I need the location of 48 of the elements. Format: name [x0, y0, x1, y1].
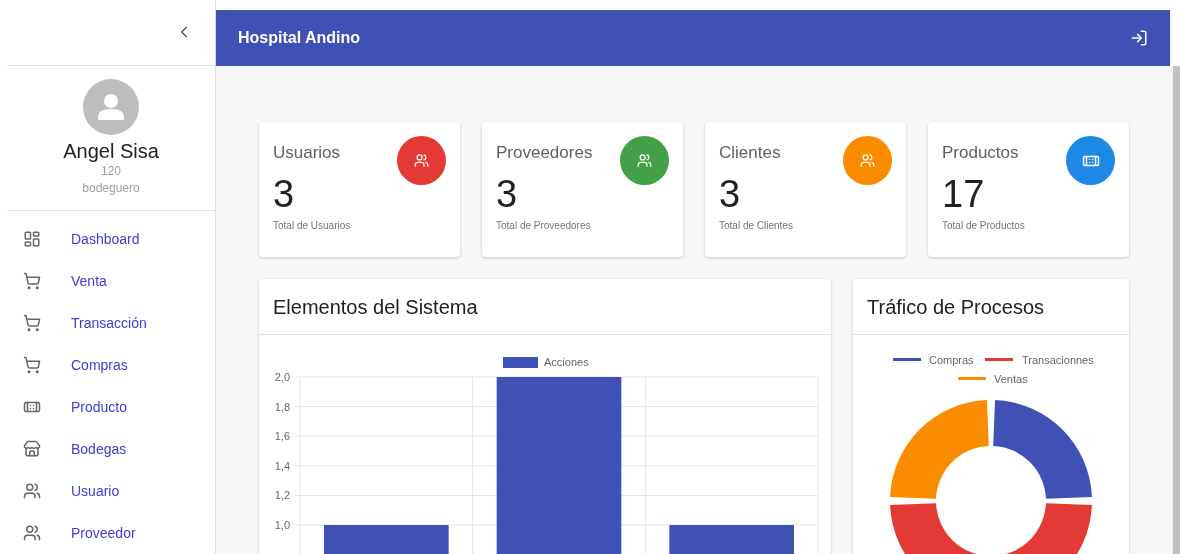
legend-label: Ventas — [994, 373, 1028, 385]
cart-icon — [23, 272, 41, 290]
stat-value: 17 — [942, 171, 986, 216]
nav-item[interactable]: Dashboard — [0, 218, 215, 260]
nav-item[interactable]: Venta — [0, 260, 215, 302]
axis-tick-label: 1,8 — [274, 400, 290, 413]
axis-tick-label: 1,6 — [274, 430, 290, 443]
nav-item[interactable]: Compras — [0, 344, 215, 386]
stat-value: 3 — [496, 171, 519, 216]
stat-title: Proveedores — [496, 142, 594, 164]
stat-value: 3 — [273, 171, 296, 216]
cart-icon — [23, 314, 41, 332]
stat-caption: Total de Clientes — [719, 218, 794, 233]
stat-title: Clientes — [719, 142, 782, 164]
stat-title: Productos — [942, 142, 1020, 164]
nav-item[interactable]: Transacción — [0, 302, 215, 344]
store-icon — [23, 440, 41, 458]
user-code: 120 — [101, 162, 121, 180]
card-title: Elementos del Sistema — [273, 294, 478, 320]
axis-tick-label: 1,2 — [274, 489, 290, 502]
logout-icon — [1130, 29, 1148, 47]
legend-label: Acciones — [544, 356, 589, 368]
legend-label: Compras — [929, 354, 974, 366]
avatar-icon — [83, 78, 139, 135]
user-name: Angel Sisa — [63, 138, 159, 163]
nav-item[interactable]: Usuario — [0, 470, 215, 512]
legend-swatch — [503, 357, 538, 368]
card-title: Tráfico de Procesos — [867, 294, 1045, 320]
cart-icon — [23, 356, 41, 374]
stat-caption: Total de Productos — [942, 218, 1026, 233]
nav-item[interactable]: Bodegas — [0, 428, 215, 470]
people-icon — [23, 524, 41, 542]
logout-button[interactable] — [1130, 29, 1148, 47]
stat-caption: Total de Proveedores — [496, 218, 592, 233]
dashboard-icon — [23, 230, 41, 248]
app-title: Hospital Andino — [238, 28, 361, 48]
nav-item[interactable]: Producto — [0, 386, 215, 428]
nav-item[interactable]: Proveedor — [0, 512, 215, 554]
axis-tick-label: 2,0 — [274, 371, 290, 383]
scrollbar[interactable] — [1173, 66, 1180, 554]
axis-tick-label: 1,4 — [274, 459, 290, 472]
legend-label: Transacionnes — [1022, 354, 1094, 366]
axis-tick-label: 1,0 — [274, 519, 290, 531]
stat-caption: Total de Usuarios — [273, 218, 352, 233]
stat-title: Usuarios — [273, 142, 342, 164]
people-icon — [23, 482, 41, 500]
user-role: bodeguero — [82, 179, 140, 197]
stat-value: 3 — [719, 171, 742, 216]
